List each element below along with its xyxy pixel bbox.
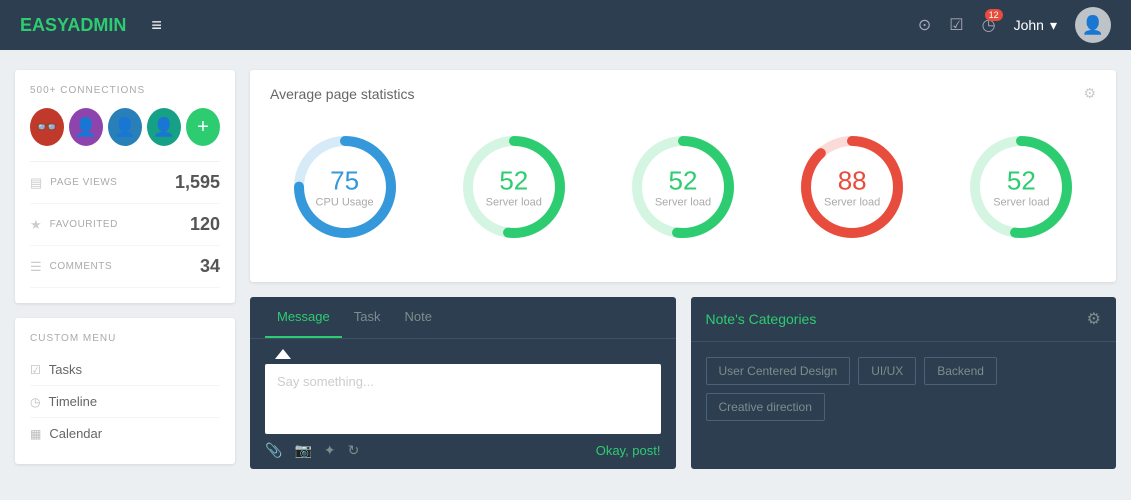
avatar-1[interactable]: 👓 bbox=[30, 108, 64, 146]
sidebar-item-calendar[interactable]: ▦ Calendar bbox=[30, 418, 220, 449]
message-tabs: Message Task Note bbox=[250, 297, 676, 339]
tag-0[interactable]: User Centered Design bbox=[706, 357, 851, 385]
user-menu[interactable]: John ▾ bbox=[1014, 17, 1057, 34]
tasks-icon[interactable]: ☑ bbox=[949, 15, 963, 35]
star-icon: ★ bbox=[30, 217, 42, 233]
connections-label: 500+ CONNECTIONS bbox=[30, 85, 220, 96]
bottom-row: Message Task Note Say something... 📎 📷 ✦… bbox=[250, 297, 1116, 469]
notes-gear-icon[interactable]: ⚙ bbox=[1087, 309, 1101, 329]
donut-value-s2: 52 bbox=[655, 166, 711, 197]
chart-s2: 52 Server load bbox=[623, 127, 743, 247]
stats-section: ▤ PAGE VIEWS 1,595 ★ FAVOURITED 120 ☰ CO… bbox=[30, 161, 220, 288]
favourited-row: ★ FAVOURITED 120 bbox=[30, 204, 220, 246]
tasks-menu-icon: ☑ bbox=[30, 363, 41, 377]
comments-row: ☰ COMMENTS 34 bbox=[30, 246, 220, 288]
comments-icon: ☰ bbox=[30, 259, 42, 275]
donut-value-s3: 88 bbox=[824, 166, 880, 197]
message-input-area[interactable]: Say something... bbox=[265, 364, 661, 434]
post-button[interactable]: Okay, post! bbox=[596, 443, 661, 458]
donut-label-cpu: 75 CPU Usage bbox=[316, 166, 374, 209]
tab-message[interactable]: Message bbox=[265, 297, 342, 338]
sidebar: 500+ CONNECTIONS 👓 👤 👤 👤 + ▤ PAGE VIEWS … bbox=[15, 70, 235, 469]
tab-task[interactable]: Task bbox=[342, 297, 393, 338]
message-card: Message Task Note Say something... 📎 📷 ✦… bbox=[250, 297, 676, 469]
sticker-icon[interactable]: ✦ bbox=[324, 442, 336, 459]
notes-header: Note's Categories ⚙ bbox=[691, 297, 1117, 342]
chart-s4: 52 Server load bbox=[961, 127, 1081, 247]
notifications-icon[interactable]: ◷ 12 bbox=[982, 15, 996, 35]
logo: EASYADMIN bbox=[20, 15, 126, 36]
history-icon[interactable]: ⊙ bbox=[918, 15, 931, 35]
notes-body: User Centered DesignUI/UX Backend Creative… bbox=[691, 342, 1117, 444]
notes-title: Note's Categories bbox=[706, 311, 817, 327]
message-placeholder: Say something... bbox=[277, 374, 649, 389]
user-avatar[interactable]: 👤 bbox=[1075, 7, 1111, 43]
tag-3[interactable]: Creative direction bbox=[706, 393, 825, 421]
donut-label-s4: 52 Server load bbox=[993, 166, 1049, 209]
donut-sublabel-s4: Server load bbox=[993, 197, 1049, 209]
refresh-icon[interactable]: ↻ bbox=[348, 442, 360, 459]
donut-wrap-s2: 52 Server load bbox=[623, 127, 743, 247]
stats-card: Average page statistics ⚙ 75 CPU Usage bbox=[250, 70, 1116, 282]
avatar-3[interactable]: 👤 bbox=[108, 108, 142, 146]
hamburger-icon[interactable]: ≡ bbox=[151, 15, 162, 36]
notifications-badge: 12 bbox=[985, 9, 1003, 21]
connections-card: 500+ CONNECTIONS 👓 👤 👤 👤 + ▤ PAGE VIEWS … bbox=[15, 70, 235, 303]
donut-value-s4: 52 bbox=[993, 166, 1049, 197]
donut-wrap-s3: 88 Server load bbox=[792, 127, 912, 247]
message-notch bbox=[275, 349, 291, 359]
donut-wrap-s1: 52 Server load bbox=[454, 127, 574, 247]
notes-card: Note's Categories ⚙ User Centered Design… bbox=[691, 297, 1117, 469]
donut-label-s2: 52 Server load bbox=[655, 166, 711, 209]
tag-2[interactable]: Backend bbox=[924, 357, 997, 385]
charts-row: 75 CPU Usage 52 Server load 52 Server lo… bbox=[270, 117, 1096, 267]
page-views-row: ▤ PAGE VIEWS 1,595 bbox=[30, 162, 220, 204]
chart-cpu: 75 CPU Usage bbox=[285, 127, 405, 247]
tag-row-1: User Centered DesignUI/UX Backend Creative… bbox=[706, 357, 1102, 421]
donut-wrap-cpu: 75 CPU Usage bbox=[285, 127, 405, 247]
donut-label-s1: 52 Server load bbox=[486, 166, 542, 209]
header-icons: ⊙ ☑ ◷ 12 John ▾ 👤 bbox=[918, 7, 1111, 43]
chart-s3: 88 Server load bbox=[792, 127, 912, 247]
tab-note[interactable]: Note bbox=[392, 297, 443, 338]
header: EASYADMIN ≡ ⊙ ☑ ◷ 12 John ▾ 👤 bbox=[0, 0, 1131, 50]
camera-icon[interactable]: 📷 bbox=[294, 442, 311, 459]
sidebar-item-timeline[interactable]: ◷ Timeline bbox=[30, 386, 220, 418]
avatars-row: 👓 👤 👤 👤 + bbox=[30, 108, 220, 146]
add-connection-button[interactable]: + bbox=[186, 108, 220, 146]
stats-gear-icon[interactable]: ⚙ bbox=[1083, 85, 1096, 102]
timeline-menu-icon: ◷ bbox=[30, 395, 40, 409]
donut-wrap-s4: 52 Server load bbox=[961, 127, 1081, 247]
main-layout: 500+ CONNECTIONS 👓 👤 👤 👤 + ▤ PAGE VIEWS … bbox=[0, 50, 1131, 489]
message-body: Say something... 📎 📷 ✦ ↻ Okay, post! bbox=[250, 339, 676, 469]
donut-sublabel-s3: Server load bbox=[824, 197, 880, 209]
donut-value-s1: 52 bbox=[486, 166, 542, 197]
bar-chart-icon: ▤ bbox=[30, 175, 42, 191]
chart-s1: 52 Server load bbox=[454, 127, 574, 247]
donut-sublabel-s2: Server load bbox=[655, 197, 711, 209]
main-content: Average page statistics ⚙ 75 CPU Usage bbox=[250, 70, 1116, 469]
avatar-4[interactable]: 👤 bbox=[147, 108, 181, 146]
custom-menu-label: CUSTOM MENU bbox=[30, 333, 220, 344]
custom-menu-card: CUSTOM MENU ☑ Tasks ◷ Timeline ▦ Calenda… bbox=[15, 318, 235, 464]
stats-card-header: Average page statistics ⚙ bbox=[270, 85, 1096, 102]
donut-sublabel-cpu: CPU Usage bbox=[316, 197, 374, 209]
message-actions: 📎 📷 ✦ ↻ Okay, post! bbox=[265, 434, 661, 459]
avatar-2[interactable]: 👤 bbox=[69, 108, 103, 146]
donut-sublabel-s1: Server load bbox=[486, 197, 542, 209]
donut-value-cpu: 75 bbox=[316, 166, 374, 197]
attach-icon[interactable]: 📎 bbox=[265, 442, 282, 459]
tag-1[interactable]: UI/UX bbox=[858, 357, 916, 385]
calendar-menu-icon: ▦ bbox=[30, 427, 41, 441]
sidebar-item-tasks[interactable]: ☑ Tasks bbox=[30, 354, 220, 386]
donut-label-s3: 88 Server load bbox=[824, 166, 880, 209]
